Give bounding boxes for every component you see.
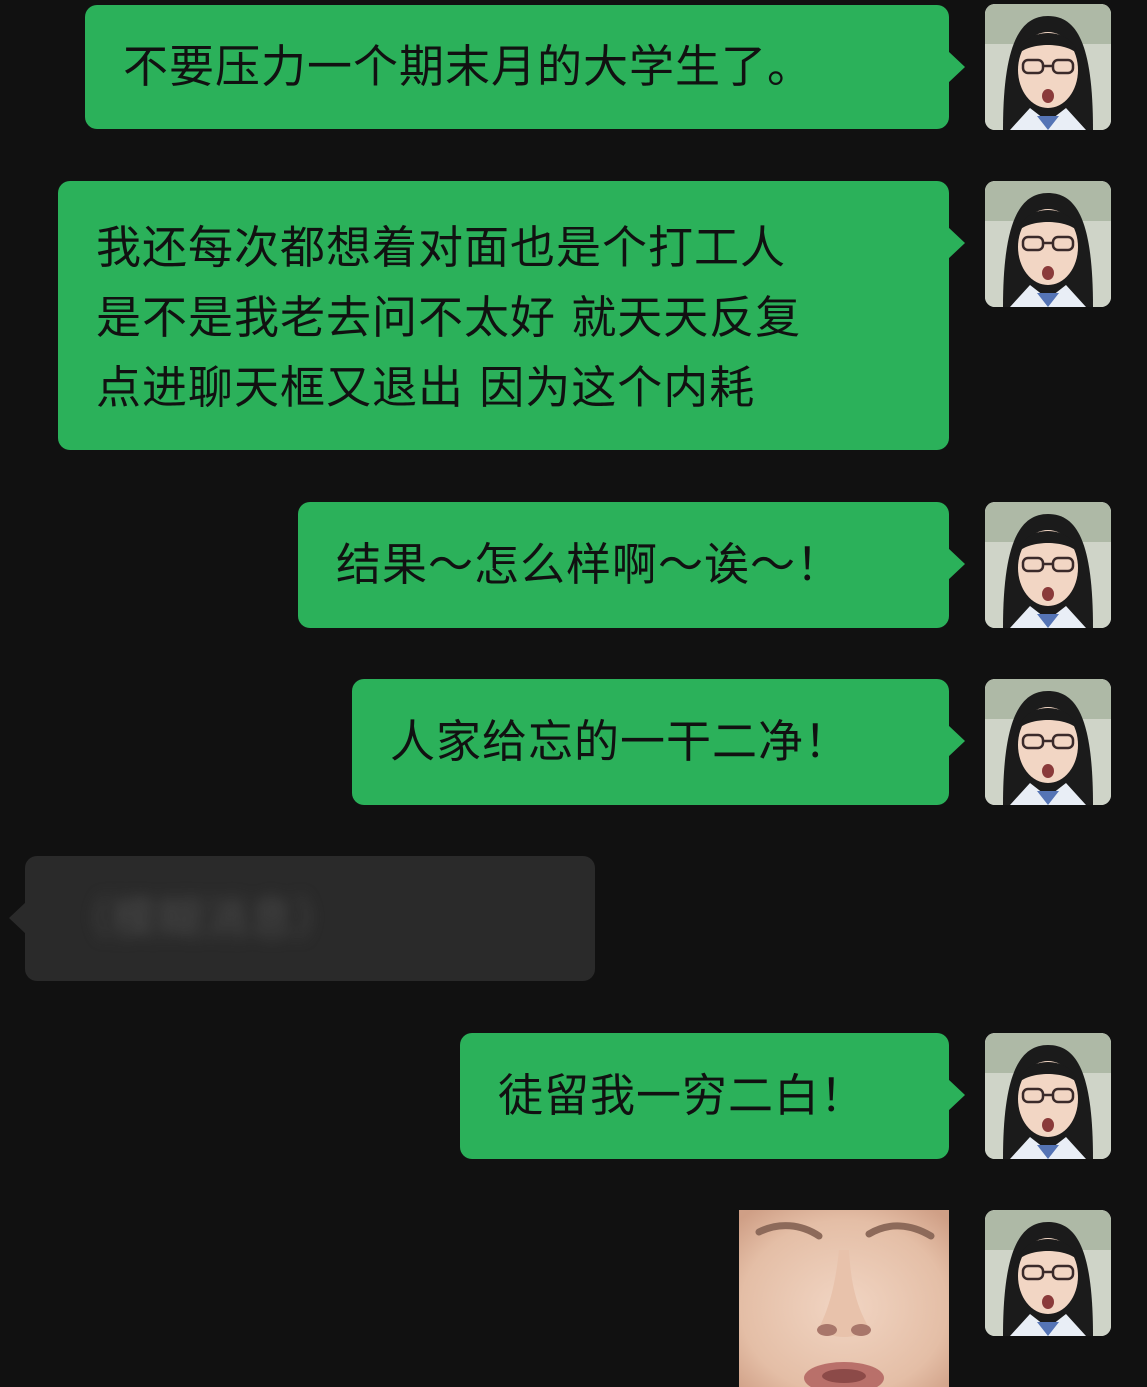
message-bubble-outgoing[interactable]: 徒留我一穷二白！ bbox=[460, 1033, 965, 1159]
message-text: 徒留我一穷二白！ bbox=[498, 1069, 867, 1122]
message-text-line: 点进聊天框又退出 因为这个内耗 bbox=[96, 361, 756, 414]
user-avatar-icon bbox=[985, 181, 1111, 307]
message-bubble-outgoing[interactable]: 人家给忘的一干二净！ bbox=[352, 679, 965, 805]
user-avatar-icon bbox=[985, 4, 1111, 130]
user-avatar[interactable] bbox=[985, 4, 1111, 130]
user-avatar-icon bbox=[985, 1210, 1111, 1336]
message-text: 不要压力一个期末月的大学生了。 bbox=[123, 40, 814, 93]
chat-message-list: 不要压力一个期末月的大学生了。 我还每次都想着对面也是个打工人 是不是我老去问不… bbox=[0, 0, 1147, 1387]
message-bubble-outgoing[interactable]: 不要压力一个期末月的大学生了。 bbox=[85, 5, 965, 129]
message-text-line: 是不是我老去问不太好 就天天反复 bbox=[96, 291, 802, 344]
user-avatar-icon bbox=[985, 502, 1111, 628]
user-avatar-icon bbox=[985, 679, 1111, 805]
message-bubble-incoming[interactable]: （模糊消息） bbox=[9, 856, 595, 981]
user-avatar[interactable] bbox=[985, 1210, 1111, 1336]
message-bubble-outgoing[interactable]: 结果～怎么样啊～诶～！ bbox=[298, 502, 965, 628]
face-sticker-image[interactable] bbox=[739, 1210, 949, 1387]
face-sticker-icon bbox=[739, 1210, 949, 1387]
user-avatar[interactable] bbox=[985, 679, 1111, 805]
blurred-message-text: （模糊消息） bbox=[65, 892, 342, 945]
message-text: 结果～怎么样啊～诶～！ bbox=[336, 538, 843, 591]
message-bubble-outgoing[interactable]: 我还每次都想着对面也是个打工人 是不是我老去问不太好 就天天反复 点进聊天框又退… bbox=[58, 181, 965, 450]
user-avatar[interactable] bbox=[985, 502, 1111, 628]
user-avatar[interactable] bbox=[985, 1033, 1111, 1159]
message-text: 人家给忘的一干二净！ bbox=[390, 715, 851, 768]
user-avatar[interactable] bbox=[985, 181, 1111, 307]
user-avatar-icon bbox=[985, 1033, 1111, 1159]
message-text-line: 我还每次都想着对面也是个打工人 bbox=[96, 221, 787, 274]
